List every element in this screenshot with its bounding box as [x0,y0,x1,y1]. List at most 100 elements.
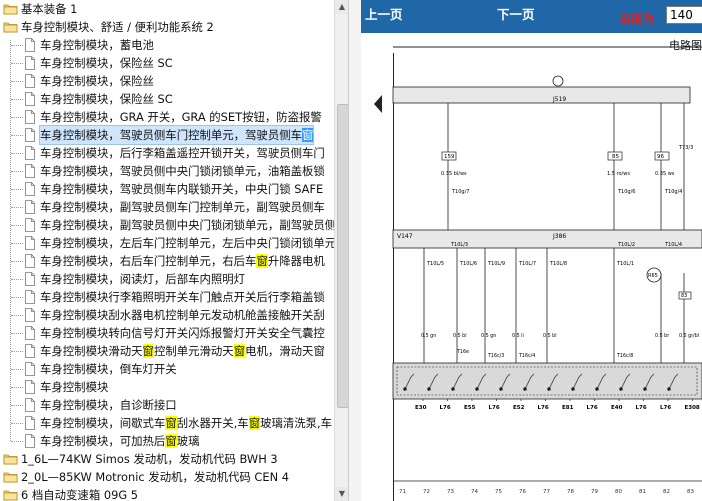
search-highlight: 窗 [248,416,261,430]
component-code: L76 [489,405,500,411]
column-number: 74 [471,489,478,495]
wiring-diagram: J519 159 85 96 T73/3 0.35 bl/ws 1.5 ro/w… [392,46,702,495]
label-text: 车身控制模块，右后车门控制单元，右后车 [40,254,257,268]
scroll-up-arrow-icon[interactable]: ▲ [335,0,349,14]
tree-item-label: 车身控制模块，后行李箱盖遥控开锁开关，驾驶员侧车门 [40,144,325,162]
search-highlight: 窗 [302,128,314,142]
tree-item[interactable]: 车身控制模块，驾驶员侧车门控制单元，驾驶员侧车窗 [0,125,334,145]
tree-item[interactable]: 车身控制模块，后行李箱盖遥控开锁开关，驾驶员侧车门 [0,144,334,162]
label-text: 车身控制模块，保险丝 [40,74,154,88]
tree-item[interactable]: 车身控制模块刮水器电机控制单元发动机舱盖接触开关刮 [0,306,334,324]
search-highlight: 窗 [142,344,154,358]
label-text: 车身控制模块，可加热后 [40,434,166,448]
svg-text:0.5 li: 0.5 li [512,333,524,339]
switch-panel [392,362,702,400]
svg-text:T10L/4: T10L/4 [664,242,682,248]
svg-text:T16c/8: T16c/8 [616,353,633,359]
tree-item[interactable]: 车身控制模块，驾驶员侧中央门锁闭锁单元，油箱盖板锁 [0,162,334,180]
tree-item-label: 车身控制模块，GRA 开关，GRA 的SET按钮，防盗报警 [40,108,322,126]
component-code: E81 [562,405,574,411]
label-text: 车身控制模块，驾驶员侧车内联锁开关，中央门锁 SAFE [40,182,324,196]
tree-item[interactable]: 车身控制模块 [0,378,334,396]
tree-item[interactable]: 车身控制模块，可加热后窗玻璃 [0,432,334,450]
tree-item[interactable]: 车身控制模块，自诊断接口 [0,396,334,414]
svg-text:T10L/5: T10L/5 [426,261,444,267]
label-text: 车身控制模块，驾驶员侧车门控制单元，驾驶员侧车 [40,128,302,142]
next-page-button[interactable]: 下一页 [497,0,535,33]
tree-item[interactable]: 车身控制模块，保险丝 SC [0,54,334,72]
tree-item[interactable]: 车身控制模块，左后车门控制单元，左后中央门锁闭锁单元 [0,234,334,252]
svg-text:T10L/6: T10L/6 [459,261,477,267]
tree-item-label: 车身控制模块，倒车灯开关 [40,360,177,378]
column-number: 77 [543,489,550,495]
document-tree: 基本装备 1 车身控制模块、舒适 / 便利功能系统 2 车身控制模块，蓄电池 车身控制… [0,0,334,501]
tree-item-label: 车身控制模块，驾驶员侧车门控制单元，驾驶员侧车窗 [38,125,315,145]
tree-item[interactable]: 车身控制模块，间歇式车窗刮水器开关,车窗玻璃清洗泵,车 [0,414,334,432]
tree-item-label: 2_0L—85KW Motronic 发动机，发动机代码 CEN 4 [21,468,289,486]
label-text: 车身控制模块，后行李箱盖遥控开锁开关，驾驶员侧车门 [40,146,325,160]
label-text: 车身控制模块转向信号灯开关闪烁报警灯开关安全气囊控 [40,326,325,340]
tree-item[interactable]: 车身控制模块，倒车灯开关 [0,360,334,378]
tree-item[interactable]: 车身控制模块，驾驶员侧车内联锁开关，中央门锁 SAFE [0,180,334,198]
tree-guide-line [11,333,23,334]
tree-item[interactable]: 车身控制模块，阅读灯，后部车内照明灯 [0,270,334,288]
column-number: 83 [687,489,694,495]
tree-guide-line [11,99,23,100]
label-text: 车身控制模块，GRA 开关，GRA 的SET按钮，防盗报警 [40,110,322,124]
prev-page-button[interactable]: 上一页 [365,0,403,33]
tree-item[interactable]: 车身控制模块，保险丝 [0,72,334,90]
label-text: 车身控制模块，倒车灯开关 [40,362,177,376]
tree-folder[interactable]: 6 档自动变速箱 09G 5 [0,486,334,501]
svg-text:T10g/4: T10g/4 [664,189,682,195]
tree-item-label: 车身控制模块滑动天窗控制单元滑动天窗电机，滑动天窗 [40,342,325,360]
scroll-down-arrow-icon[interactable]: ▼ [335,487,349,501]
tree-item-label: 1_6L—74KW Simos 发动机，发动机代码 BWH 3 [21,450,278,468]
page-number-input[interactable] [666,6,702,24]
switch-contact [499,387,503,391]
tree-item[interactable]: 车身控制模块，保险丝 SC [0,90,334,108]
component-code: E40 [611,405,623,411]
tree-guide-line [11,369,23,370]
tree-item[interactable]: 车身控制模块，副驾驶员侧中央门锁闭锁单元，副驾驶员侧 [0,216,334,234]
tree-guide-line [11,135,23,136]
component-code: L76 [660,405,671,411]
tree-item[interactable]: 车身控制模块转向信号灯开关闪烁报警灯开关安全气囊控 [0,324,334,342]
svg-text:T10L/3: T10L/3 [450,242,468,248]
svg-text:0.5 bl: 0.5 bl [453,333,467,339]
tree-guide-line [11,441,23,442]
search-highlight: 窗 [165,434,177,448]
tree-folder[interactable]: 1_6L—74KW Simos 发动机，发动机代码 BWH 3 [0,450,334,468]
tree-guide-line [11,171,23,172]
tree-folder[interactable]: 2_0L—85KW Motronic 发动机，发动机代码 CEN 4 [0,468,334,486]
switch-contact [475,387,479,391]
tree-item[interactable]: 车身控制模块，GRA 开关，GRA 的SET按钮，防盗报警 [0,108,334,126]
label-text: 控制单元滑动天 [153,344,234,358]
tree-scrollbar[interactable]: ▲ ▼ [334,0,349,501]
v147-label: V147 [397,233,413,240]
tree-folder[interactable]: 车身控制模块、舒适 / 便利功能系统 2 [0,18,334,36]
tree-item-label: 车身控制模块，驾驶员侧中央门锁闭锁单元，油箱盖板锁 [40,162,325,180]
component-code: E52 [513,405,525,411]
tree-item[interactable]: 车身控制模块，右后车门控制单元，右后车窗升降器电机 [0,252,334,270]
label-text: 车身控制模块刮水器电机控制单元发动机舱盖接触开关刮 [40,308,325,322]
tree-item[interactable]: 车身控制模块，蓄电池 [0,36,334,54]
component-code: L76 [587,405,598,411]
label-text: 车身控制模块行李箱照明开关车门触点开关后行李箱盖锁 [40,290,325,304]
label-text: 车身控制模块，保险丝 SC [40,56,173,70]
tree-item-label: 车身控制模块 [40,378,108,396]
tree-item[interactable]: 车身控制模块滑动天窗控制单元滑动天窗电机，滑动天窗 [0,342,334,360]
current-page-label: 当前为 [619,12,656,26]
svg-text:T10L/7: T10L/7 [518,261,536,267]
tree-guide-line [11,189,23,190]
svg-text:159: 159 [444,154,455,160]
tree-item-label: 车身控制模块，副驾驶员侧中央门锁闭锁单元，副驾驶员侧 [40,216,334,234]
svg-text:T10L/8: T10L/8 [549,261,567,267]
column-number: 80 [615,489,622,495]
svg-text:0.5 gr/bl: 0.5 gr/bl [679,333,699,339]
pane-splitter[interactable] [348,0,362,501]
svg-text:T10g/7: T10g/7 [451,189,469,195]
tree-item[interactable]: 车身控制模块行李箱照明开关车门触点开关后行李箱盖锁 [0,288,334,306]
tree-item[interactable]: 车身控制模块，副驾驶员侧车门控制单元，副驾驶员侧车 [0,198,334,216]
column-number: 79 [591,489,598,495]
tree-folder[interactable]: 基本装备 1 [0,0,334,18]
